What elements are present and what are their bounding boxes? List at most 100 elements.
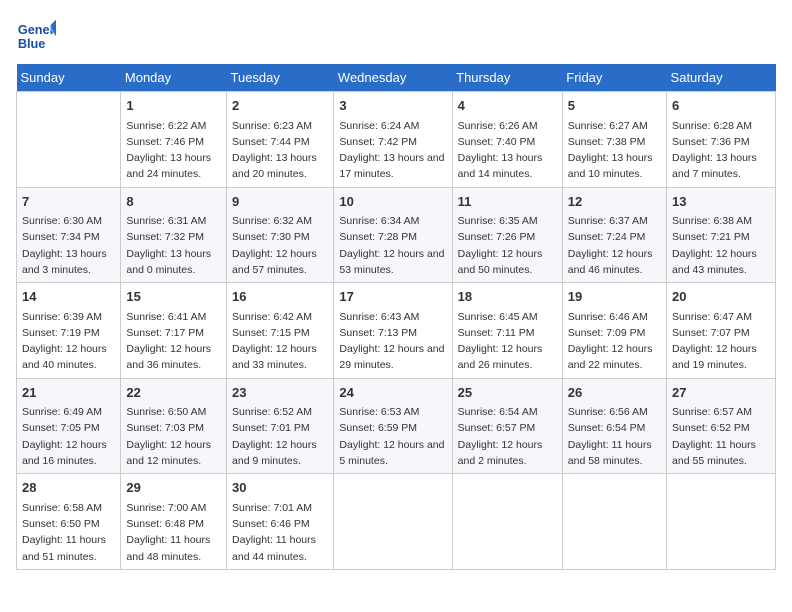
day-number: 19 <box>568 287 661 307</box>
day-info: Sunrise: 6:53 AMSunset: 6:59 PMDaylight:… <box>339 404 446 469</box>
calendar-cell <box>334 474 452 570</box>
calendar-cell: 29Sunrise: 7:00 AMSunset: 6:48 PMDayligh… <box>121 474 227 570</box>
calendar-cell: 24Sunrise: 6:53 AMSunset: 6:59 PMDayligh… <box>334 378 452 474</box>
calendar-cell: 28Sunrise: 6:58 AMSunset: 6:50 PMDayligh… <box>17 474 121 570</box>
weekday-header-wednesday: Wednesday <box>334 64 452 92</box>
week-row-3: 14Sunrise: 6:39 AMSunset: 7:19 PMDayligh… <box>17 283 776 379</box>
page-header: General Blue <box>16 16 776 56</box>
day-info: Sunrise: 6:56 AMSunset: 6:54 PMDaylight:… <box>568 404 661 469</box>
weekday-header-saturday: Saturday <box>667 64 776 92</box>
calendar-cell: 4Sunrise: 6:26 AMSunset: 7:40 PMDaylight… <box>452 92 562 188</box>
day-number: 1 <box>126 96 221 116</box>
calendar-table: SundayMondayTuesdayWednesdayThursdayFrid… <box>16 64 776 570</box>
calendar-cell: 16Sunrise: 6:42 AMSunset: 7:15 PMDayligh… <box>227 283 334 379</box>
day-number: 21 <box>22 383 115 403</box>
calendar-cell: 25Sunrise: 6:54 AMSunset: 6:57 PMDayligh… <box>452 378 562 474</box>
day-number: 7 <box>22 192 115 212</box>
logo: General Blue <box>16 16 60 56</box>
calendar-cell <box>452 474 562 570</box>
calendar-cell: 5Sunrise: 6:27 AMSunset: 7:38 PMDaylight… <box>562 92 666 188</box>
calendar-cell: 15Sunrise: 6:41 AMSunset: 7:17 PMDayligh… <box>121 283 227 379</box>
day-number: 24 <box>339 383 446 403</box>
calendar-cell: 13Sunrise: 6:38 AMSunset: 7:21 PMDayligh… <box>667 187 776 283</box>
day-number: 5 <box>568 96 661 116</box>
calendar-cell: 22Sunrise: 6:50 AMSunset: 7:03 PMDayligh… <box>121 378 227 474</box>
day-info: Sunrise: 6:42 AMSunset: 7:15 PMDaylight:… <box>232 309 328 374</box>
day-number: 26 <box>568 383 661 403</box>
day-info: Sunrise: 6:28 AMSunset: 7:36 PMDaylight:… <box>672 118 770 183</box>
calendar-cell <box>17 92 121 188</box>
day-info: Sunrise: 6:24 AMSunset: 7:42 PMDaylight:… <box>339 118 446 183</box>
week-row-2: 7Sunrise: 6:30 AMSunset: 7:34 PMDaylight… <box>17 187 776 283</box>
day-number: 22 <box>126 383 221 403</box>
calendar-cell: 30Sunrise: 7:01 AMSunset: 6:46 PMDayligh… <box>227 474 334 570</box>
weekday-header-thursday: Thursday <box>452 64 562 92</box>
day-number: 29 <box>126 478 221 498</box>
day-info: Sunrise: 6:43 AMSunset: 7:13 PMDaylight:… <box>339 309 446 374</box>
day-info: Sunrise: 6:32 AMSunset: 7:30 PMDaylight:… <box>232 213 328 278</box>
calendar-cell: 9Sunrise: 6:32 AMSunset: 7:30 PMDaylight… <box>227 187 334 283</box>
week-row-5: 28Sunrise: 6:58 AMSunset: 6:50 PMDayligh… <box>17 474 776 570</box>
calendar-cell: 18Sunrise: 6:45 AMSunset: 7:11 PMDayligh… <box>452 283 562 379</box>
day-number: 12 <box>568 192 661 212</box>
day-number: 6 <box>672 96 770 116</box>
day-number: 4 <box>458 96 557 116</box>
day-info: Sunrise: 6:47 AMSunset: 7:07 PMDaylight:… <box>672 309 770 374</box>
day-number: 30 <box>232 478 328 498</box>
weekday-header-row: SundayMondayTuesdayWednesdayThursdayFrid… <box>17 64 776 92</box>
day-info: Sunrise: 6:49 AMSunset: 7:05 PMDaylight:… <box>22 404 115 469</box>
calendar-cell: 19Sunrise: 6:46 AMSunset: 7:09 PMDayligh… <box>562 283 666 379</box>
day-number: 25 <box>458 383 557 403</box>
day-info: Sunrise: 6:34 AMSunset: 7:28 PMDaylight:… <box>339 213 446 278</box>
day-info: Sunrise: 6:58 AMSunset: 6:50 PMDaylight:… <box>22 500 115 565</box>
day-info: Sunrise: 6:57 AMSunset: 6:52 PMDaylight:… <box>672 404 770 469</box>
day-number: 2 <box>232 96 328 116</box>
day-number: 3 <box>339 96 446 116</box>
day-number: 8 <box>126 192 221 212</box>
calendar-cell: 20Sunrise: 6:47 AMSunset: 7:07 PMDayligh… <box>667 283 776 379</box>
calendar-cell: 11Sunrise: 6:35 AMSunset: 7:26 PMDayligh… <box>452 187 562 283</box>
day-info: Sunrise: 6:22 AMSunset: 7:46 PMDaylight:… <box>126 118 221 183</box>
weekday-header-friday: Friday <box>562 64 666 92</box>
calendar-cell: 21Sunrise: 6:49 AMSunset: 7:05 PMDayligh… <box>17 378 121 474</box>
day-info: Sunrise: 6:26 AMSunset: 7:40 PMDaylight:… <box>458 118 557 183</box>
day-number: 13 <box>672 192 770 212</box>
calendar-cell: 26Sunrise: 6:56 AMSunset: 6:54 PMDayligh… <box>562 378 666 474</box>
day-info: Sunrise: 6:46 AMSunset: 7:09 PMDaylight:… <box>568 309 661 374</box>
calendar-cell: 1Sunrise: 6:22 AMSunset: 7:46 PMDaylight… <box>121 92 227 188</box>
week-row-4: 21Sunrise: 6:49 AMSunset: 7:05 PMDayligh… <box>17 378 776 474</box>
calendar-cell: 6Sunrise: 6:28 AMSunset: 7:36 PMDaylight… <box>667 92 776 188</box>
day-info: Sunrise: 6:39 AMSunset: 7:19 PMDaylight:… <box>22 309 115 374</box>
day-info: Sunrise: 6:37 AMSunset: 7:24 PMDaylight:… <box>568 213 661 278</box>
day-info: Sunrise: 6:23 AMSunset: 7:44 PMDaylight:… <box>232 118 328 183</box>
calendar-cell: 2Sunrise: 6:23 AMSunset: 7:44 PMDaylight… <box>227 92 334 188</box>
day-number: 20 <box>672 287 770 307</box>
day-info: Sunrise: 6:52 AMSunset: 7:01 PMDaylight:… <box>232 404 328 469</box>
day-number: 9 <box>232 192 328 212</box>
day-number: 15 <box>126 287 221 307</box>
day-info: Sunrise: 6:54 AMSunset: 6:57 PMDaylight:… <box>458 404 557 469</box>
day-info: Sunrise: 7:01 AMSunset: 6:46 PMDaylight:… <box>232 500 328 565</box>
day-info: Sunrise: 6:45 AMSunset: 7:11 PMDaylight:… <box>458 309 557 374</box>
day-info: Sunrise: 6:27 AMSunset: 7:38 PMDaylight:… <box>568 118 661 183</box>
weekday-header-monday: Monday <box>121 64 227 92</box>
calendar-cell <box>562 474 666 570</box>
calendar-cell: 27Sunrise: 6:57 AMSunset: 6:52 PMDayligh… <box>667 378 776 474</box>
day-info: Sunrise: 6:30 AMSunset: 7:34 PMDaylight:… <box>22 213 115 278</box>
day-number: 11 <box>458 192 557 212</box>
day-info: Sunrise: 6:38 AMSunset: 7:21 PMDaylight:… <box>672 213 770 278</box>
calendar-cell: 12Sunrise: 6:37 AMSunset: 7:24 PMDayligh… <box>562 187 666 283</box>
svg-text:Blue: Blue <box>18 36 46 51</box>
calendar-cell: 7Sunrise: 6:30 AMSunset: 7:34 PMDaylight… <box>17 187 121 283</box>
calendar-cell: 17Sunrise: 6:43 AMSunset: 7:13 PMDayligh… <box>334 283 452 379</box>
day-info: Sunrise: 6:31 AMSunset: 7:32 PMDaylight:… <box>126 213 221 278</box>
day-number: 23 <box>232 383 328 403</box>
day-number: 27 <box>672 383 770 403</box>
calendar-cell: 10Sunrise: 6:34 AMSunset: 7:28 PMDayligh… <box>334 187 452 283</box>
calendar-cell: 23Sunrise: 6:52 AMSunset: 7:01 PMDayligh… <box>227 378 334 474</box>
day-number: 28 <box>22 478 115 498</box>
day-info: Sunrise: 7:00 AMSunset: 6:48 PMDaylight:… <box>126 500 221 565</box>
day-number: 16 <box>232 287 328 307</box>
calendar-cell: 8Sunrise: 6:31 AMSunset: 7:32 PMDaylight… <box>121 187 227 283</box>
calendar-cell <box>667 474 776 570</box>
